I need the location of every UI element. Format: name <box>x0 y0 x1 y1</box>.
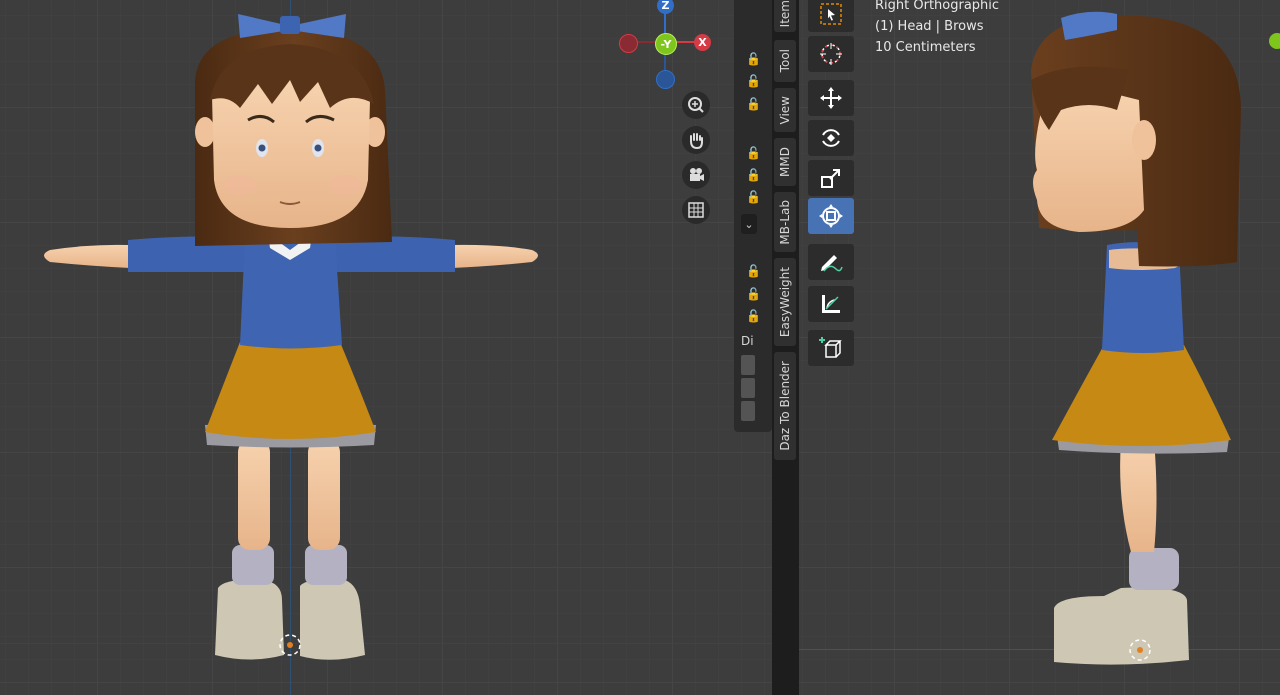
scale-info-label: 10 Centimeters <box>875 40 976 55</box>
slider-field[interactable] <box>741 355 755 375</box>
lock-icon[interactable]: 🔓 <box>746 264 764 278</box>
right-leg <box>308 440 340 550</box>
tab-easyweight[interactable]: EasyWeight <box>774 258 796 346</box>
gizmo-neg-z-axis[interactable] <box>656 70 675 89</box>
cursor-tool-icon[interactable] <box>808 36 854 72</box>
tab-mmd[interactable]: MMD <box>774 138 796 186</box>
left-arm-skin <box>44 244 130 268</box>
skirt <box>205 342 376 439</box>
rotate-icon[interactable] <box>808 120 854 156</box>
add-cube-icon[interactable] <box>808 330 854 366</box>
select-box-icon[interactable] <box>808 0 854 32</box>
viewport-front[interactable]: Z X -Y <box>0 0 772 695</box>
view-name-label: Right Orthographic <box>875 0 1000 13</box>
lock-icon[interactable]: 🔓 <box>746 309 764 323</box>
right-shoe <box>300 579 365 660</box>
slider-field[interactable] <box>741 378 755 398</box>
viewport-right[interactable] <box>799 0 1280 695</box>
transform-icon[interactable] <box>808 198 854 234</box>
tab-item[interactable]: Item <box>774 0 796 32</box>
annotate-icon[interactable] <box>808 244 854 280</box>
lock-icon[interactable]: 🔓 <box>746 190 764 204</box>
tab-tool[interactable]: Tool <box>774 40 796 82</box>
scale-icon[interactable] <box>808 160 854 196</box>
lock-icon[interactable]: 🔓 <box>746 74 764 88</box>
lock-icon[interactable]: 🔓 <box>746 287 764 301</box>
lock-icon[interactable]: 🔓 <box>746 146 764 160</box>
lock-icon[interactable]: 🔓 <box>746 52 764 66</box>
gizmo-y-axis[interactable] <box>1269 33 1280 49</box>
lock-icon[interactable]: 🔓 <box>746 168 764 182</box>
hand-pan-icon[interactable] <box>682 126 710 154</box>
character-front-model[interactable] <box>0 0 772 695</box>
tab-view[interactable]: View <box>774 88 796 132</box>
measure-icon[interactable] <box>808 286 854 322</box>
left-shoe <box>215 579 284 660</box>
object-info-label: (1) Head | Brows <box>875 19 984 34</box>
camera-icon[interactable] <box>682 161 710 189</box>
left-sock <box>232 545 274 585</box>
gizmo-x-axis[interactable]: X <box>694 34 711 51</box>
gizmo-neg-x-axis[interactable] <box>619 34 638 53</box>
delta-label: Di <box>741 334 754 348</box>
gizmo-neg-y-axis[interactable]: -Y <box>655 33 677 55</box>
grid-icon[interactable] <box>682 196 710 224</box>
left-leg <box>238 440 270 550</box>
right-sock <box>305 545 347 585</box>
side-shoe <box>1054 587 1189 665</box>
character-side-model[interactable] <box>799 0 1280 695</box>
tab-mb-lab[interactable]: MB-Lab <box>774 192 796 252</box>
tab-daz-to-blender[interactable]: Daz To Blender <box>774 352 796 460</box>
right-arm-skin <box>450 244 538 268</box>
zoom-icon[interactable] <box>682 91 710 119</box>
chevron-down-icon[interactable]: ⌄ <box>741 214 757 234</box>
slider-field[interactable] <box>741 401 755 421</box>
lock-icon[interactable]: 🔓 <box>746 97 764 111</box>
move-icon[interactable] <box>808 80 854 116</box>
